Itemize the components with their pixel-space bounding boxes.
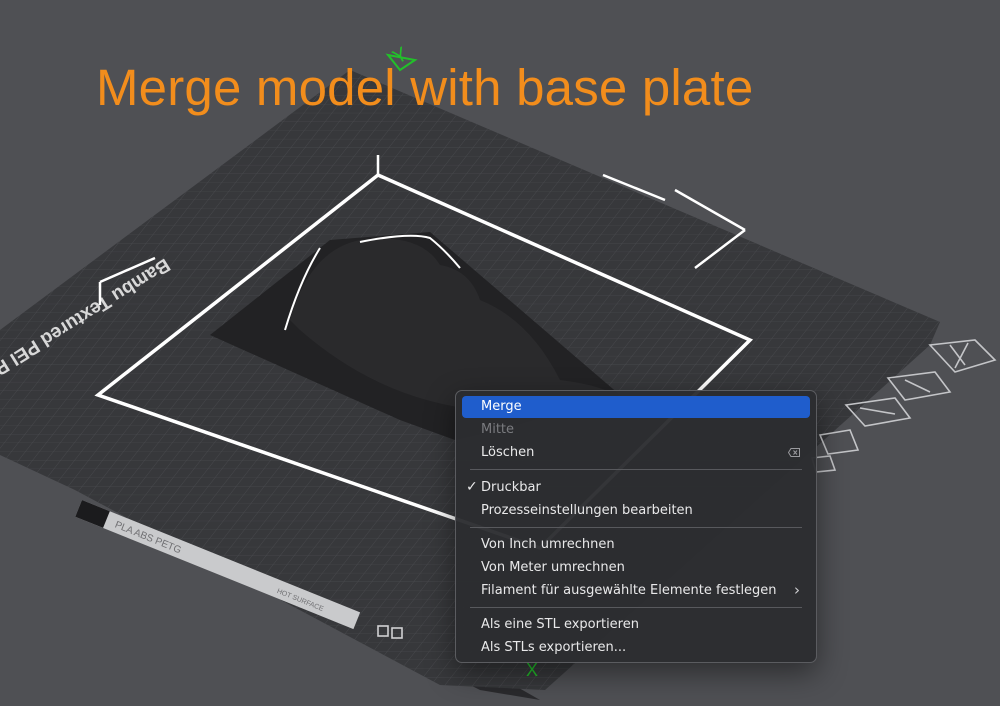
menu-item-convert-meter-label: Von Meter umrechnen xyxy=(481,560,625,575)
menu-item-convert-meter[interactable]: Von Meter umrechnen xyxy=(462,557,810,579)
menu-item-center: Mitte xyxy=(462,419,810,441)
menu-item-export-one-stl-label: Als eine STL exportieren xyxy=(481,617,639,632)
menu-item-export-stls-label: Als STLs exportieren... xyxy=(481,640,627,655)
close-icon[interactable] xyxy=(928,339,997,373)
menu-item-set-filament-label: Filament für ausgewählte Elemente festle… xyxy=(481,583,777,598)
menu-item-convert-inch[interactable]: Von Inch umrechnen xyxy=(462,534,810,556)
menu-item-set-filament[interactable]: Filament für ausgewählte Elemente festle… xyxy=(462,580,810,602)
lock-icon[interactable] xyxy=(818,429,860,455)
axis-x-label: X xyxy=(526,660,538,680)
checkmark-icon: ✓ xyxy=(466,479,478,495)
menu-separator xyxy=(470,527,802,528)
menu-item-delete-label: Löschen xyxy=(481,445,535,460)
menu-separator xyxy=(470,469,802,470)
menu-item-process-settings-label: Prozesseinstellungen bearbeiten xyxy=(481,503,693,518)
menu-item-export-stls[interactable]: Als STLs exportieren... xyxy=(462,637,810,659)
menu-separator xyxy=(470,607,802,608)
menu-item-convert-inch-label: Von Inch umrechnen xyxy=(481,537,615,552)
chevron-right-icon: › xyxy=(794,581,800,599)
tutorial-caption: Merge model with base plate xyxy=(96,59,754,116)
menu-item-delete[interactable]: Löschen xyxy=(462,442,810,464)
menu-item-export-one-stl[interactable]: Als eine STL exportieren xyxy=(462,614,810,636)
menu-item-printable-label: Druckbar xyxy=(481,480,541,495)
context-menu: Merge Mitte Löschen ✓ Druckbar Prozessei… xyxy=(455,390,817,663)
menu-item-merge-label: Merge xyxy=(481,399,522,414)
menu-item-center-label: Mitte xyxy=(481,422,515,437)
menu-item-merge[interactable]: Merge xyxy=(462,396,810,418)
menu-item-printable[interactable]: ✓ Druckbar xyxy=(462,477,810,499)
menu-item-process-settings[interactable]: Prozesseinstellungen bearbeiten xyxy=(462,500,810,522)
auto-orient-icon[interactable] xyxy=(886,371,952,401)
delete-backward-icon xyxy=(788,448,800,457)
